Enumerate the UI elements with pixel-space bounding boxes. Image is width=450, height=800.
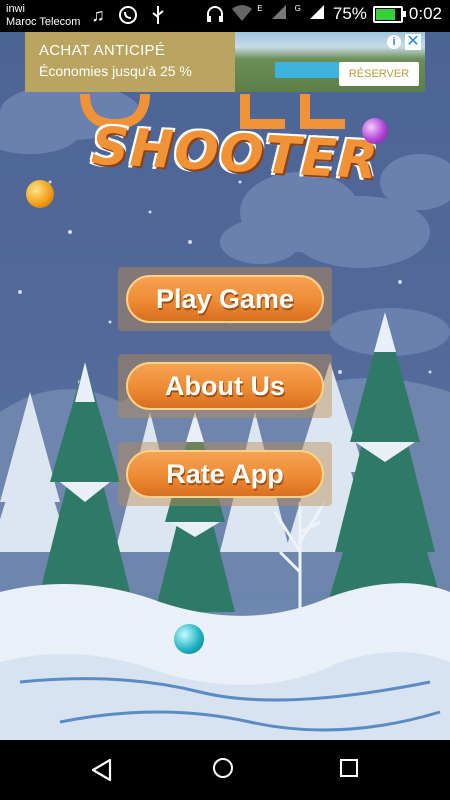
about-us-button[interactable]: About Us — [126, 362, 324, 410]
battery-level-fill — [375, 8, 396, 20]
back-icon[interactable] — [90, 758, 112, 782]
usb-icon — [148, 5, 168, 25]
system-icons: E G 75% 0:02 — [205, 4, 442, 24]
network-type-2: G — [294, 4, 301, 13]
battery-percent: 75% — [332, 4, 367, 23]
carrier-2: Maroc Telecom — [6, 16, 81, 28]
network-type-1: E — [257, 4, 263, 13]
wifi-icon — [231, 4, 253, 24]
clock: 0:02 — [408, 4, 442, 23]
carrier-info: inwi Maroc Telecom — [6, 3, 80, 29]
play-button-frame: Play Game — [118, 267, 332, 331]
music-note-icon: ♫ — [91, 5, 105, 25]
whatsapp-icon — [118, 5, 138, 25]
ad-text-panel: ACHAT ANTICIPÉ Économies jusqu'à 25 % — [25, 32, 235, 92]
notification-icons: ♫ — [88, 5, 168, 25]
battery-nub — [402, 10, 406, 17]
home-icon[interactable] — [213, 758, 233, 778]
status-bar: inwi Maroc Telecom ♫ E G 75% 0:02 — [0, 0, 450, 32]
recent-apps-icon[interactable] — [340, 759, 358, 777]
teal-bubble — [174, 624, 204, 654]
game-screen: ACHAT ANTICIPÉ Économies jusqu'à 25 % i … — [0, 32, 450, 740]
rate-button-frame: Rate App — [118, 442, 332, 506]
navigation-bar — [0, 740, 450, 800]
ad-reserve-button[interactable]: RÉSERVER — [339, 62, 419, 86]
ad-close-icon[interactable]: ✕ — [405, 34, 421, 50]
purple-bubble — [362, 118, 388, 144]
ad-info-icon[interactable]: i — [387, 35, 401, 49]
signal-icon — [307, 4, 327, 24]
headset-icon — [205, 4, 225, 24]
carrier-1: inwi — [6, 3, 25, 15]
battery-charging-icon — [372, 5, 406, 23]
about-button-frame: About Us — [118, 354, 332, 418]
ad-pool-shape — [275, 62, 345, 78]
orange-bubble — [26, 180, 54, 208]
ad-title: ACHAT ANTICIPÉ — [39, 42, 166, 59]
play-game-button[interactable]: Play Game — [126, 275, 324, 323]
signal-icon — [269, 4, 289, 24]
rate-app-button[interactable]: Rate App — [126, 450, 324, 498]
ad-banner[interactable]: ACHAT ANTICIPÉ Économies jusqu'à 25 % i … — [25, 32, 425, 92]
ad-subtitle: Économies jusqu'à 25 % — [39, 63, 192, 79]
